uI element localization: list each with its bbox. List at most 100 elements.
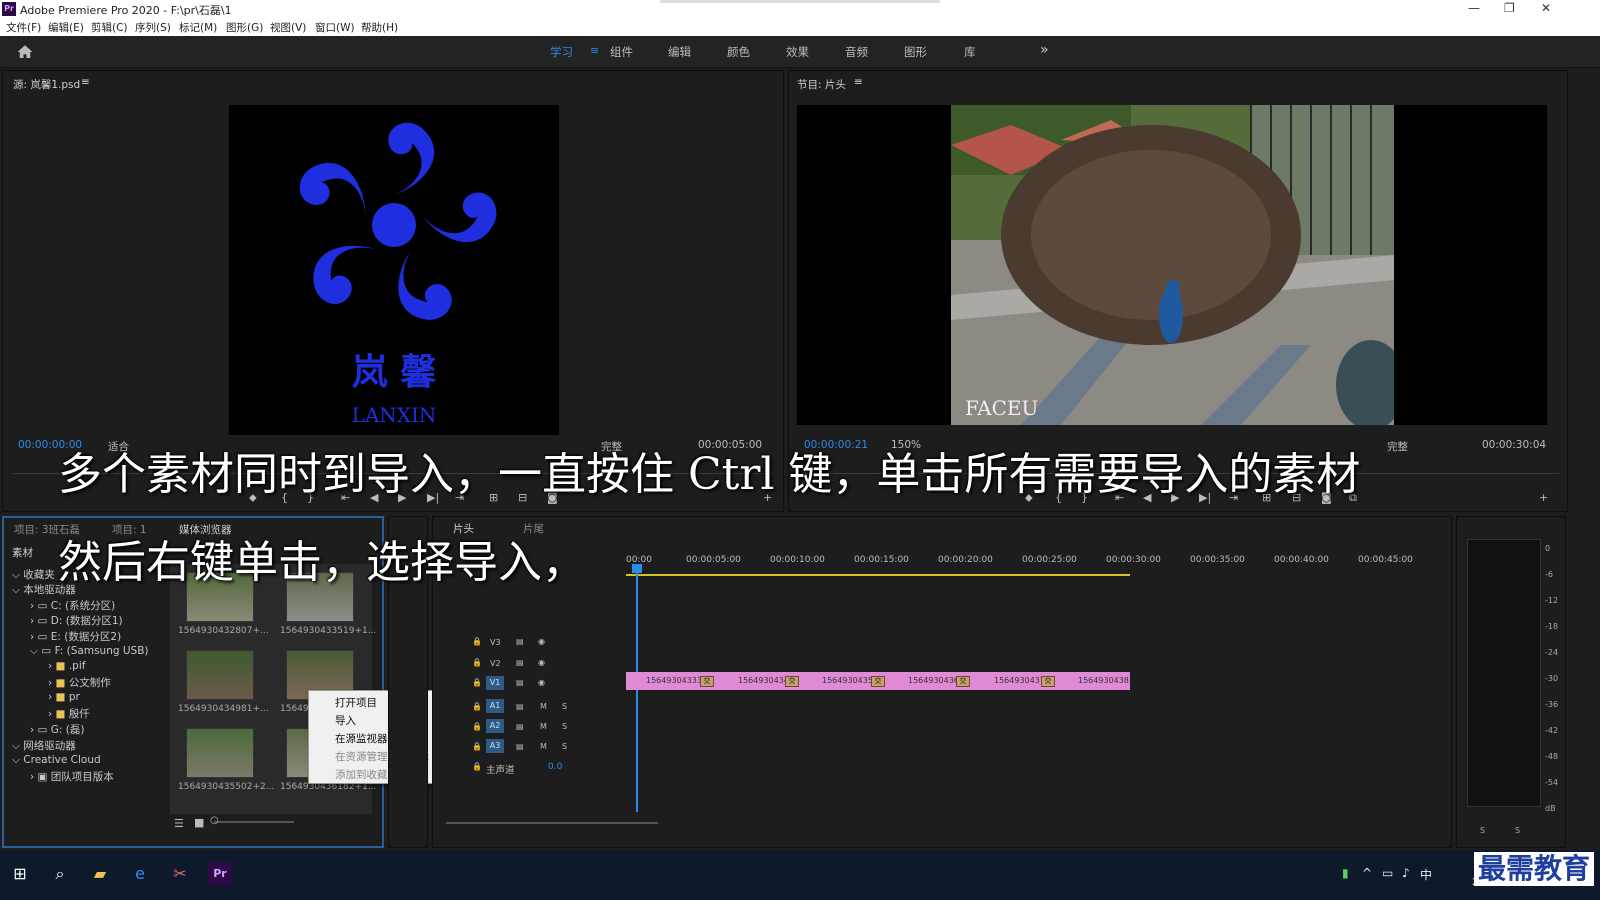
- transition-1[interactable]: 交: [700, 676, 714, 687]
- workspace-overflow-button[interactable]: »: [1040, 42, 1049, 58]
- tree-folder-pr[interactable]: › ■ pr: [48, 691, 80, 703]
- track-v2-sync-icon[interactable]: ▤: [516, 658, 524, 667]
- track-v1-eye-icon[interactable]: ◉: [538, 678, 545, 687]
- tree-folder-yinqian[interactable]: › ■ 殷仟: [48, 706, 90, 721]
- track-a1-mute[interactable]: M: [540, 702, 547, 711]
- menu-edit[interactable]: 编辑(E): [48, 20, 84, 35]
- premiere-taskbar-icon[interactable]: Pr: [208, 862, 232, 886]
- minimize-button[interactable]: —: [1468, 1, 1480, 15]
- close-button[interactable]: ✕: [1541, 1, 1551, 15]
- menu-help[interactable]: 帮助(H): [361, 20, 398, 35]
- tree-drive-g[interactable]: › ▭ G: (磊): [30, 722, 85, 737]
- menu-sequence[interactable]: 序列(S): [135, 20, 171, 35]
- track-a2-solo[interactable]: S: [562, 722, 567, 731]
- menu-file[interactable]: 文件(F): [6, 20, 41, 35]
- track-lock-icon[interactable]: 🔒: [472, 678, 482, 687]
- track-lock-icon[interactable]: 🔒: [472, 762, 482, 771]
- clip-4[interactable]: 1564930436: [908, 676, 959, 685]
- tree-favorites[interactable]: ⌵ 收藏夹: [12, 567, 55, 582]
- track-lock-icon[interactable]: 🔒: [472, 658, 482, 667]
- workspace-tab-learn[interactable]: 学习: [550, 44, 573, 60]
- workspace-tab-color[interactable]: 颜色: [727, 44, 750, 60]
- ctx-import[interactable]: 导入: [335, 713, 356, 728]
- tree-creative-cloud[interactable]: ⌵ Creative Cloud: [12, 754, 101, 767]
- file-explorer-icon[interactable]: ▰: [88, 862, 112, 886]
- clip-3[interactable]: 1564930435: [822, 676, 873, 685]
- thumbnail-size-slider[interactable]: [214, 821, 294, 823]
- tree-drive-d[interactable]: › ▭ D: (数据分区1): [30, 613, 123, 628]
- program-add-button-icon[interactable]: +: [1539, 491, 1548, 504]
- track-a3-mute[interactable]: M: [540, 742, 547, 751]
- transition-3[interactable]: 交: [871, 676, 885, 687]
- windows-start-icon[interactable]: ⊞: [8, 862, 32, 886]
- thumbnail-5[interactable]: [186, 728, 254, 778]
- track-lock-icon[interactable]: 🔒: [472, 722, 482, 731]
- menu-window[interactable]: 窗口(W): [315, 20, 355, 35]
- track-a2-mute[interactable]: M: [540, 722, 547, 731]
- tray-chevron-icon[interactable]: ^: [1362, 866, 1372, 880]
- tree-drive-e[interactable]: › ▭ E: (数据分区2): [30, 629, 121, 644]
- transition-2[interactable]: 交: [785, 676, 799, 687]
- source-panel-menu-icon[interactable]: ≡: [81, 76, 90, 88]
- master-volume[interactable]: 0.0: [548, 762, 562, 772]
- track-v1-label[interactable]: V1: [486, 676, 504, 690]
- snipping-tool-icon[interactable]: ✂: [168, 862, 192, 886]
- track-a1-solo[interactable]: S: [562, 702, 567, 711]
- track-a1-sync-icon[interactable]: ▤: [516, 702, 524, 711]
- meter-solo-right[interactable]: S: [1515, 826, 1520, 835]
- clip-6[interactable]: 1564930438: [1078, 676, 1129, 685]
- playhead-handle-icon[interactable]: [632, 564, 642, 573]
- workspace-tab-assembly[interactable]: 组件: [610, 44, 633, 60]
- ime-indicator[interactable]: 中: [1420, 866, 1432, 883]
- track-a3-solo[interactable]: S: [562, 742, 567, 751]
- track-v2-eye-icon[interactable]: ◉: [538, 658, 545, 667]
- edge-browser-icon[interactable]: e: [128, 862, 152, 886]
- source-panel-title[interactable]: 源: 岚馨1.psd: [13, 77, 80, 92]
- workspace-menu-icon[interactable]: ≡: [590, 44, 599, 57]
- battery-icon[interactable]: ▮: [1342, 866, 1349, 880]
- track-lock-icon[interactable]: 🔒: [472, 702, 482, 711]
- program-panel-menu-icon[interactable]: ≡: [854, 76, 863, 88]
- program-panel-title[interactable]: 节目: 片头: [797, 77, 846, 92]
- track-a3-sync-icon[interactable]: ▤: [516, 742, 524, 751]
- home-icon[interactable]: [16, 43, 34, 61]
- track-a2-label[interactable]: A2: [486, 719, 504, 733]
- menu-graphics[interactable]: 图形(G): [226, 20, 263, 35]
- menu-view[interactable]: 视图(V): [270, 20, 306, 35]
- tree-drive-f[interactable]: ⌵ ▭ F: (Samsung USB): [30, 645, 149, 658]
- track-a3-label[interactable]: A3: [486, 739, 504, 753]
- track-a2-sync-icon[interactable]: ▤: [516, 722, 524, 731]
- menu-clip[interactable]: 剪辑(C): [91, 20, 128, 35]
- network-icon[interactable]: ▭: [1382, 866, 1393, 880]
- tree-network-drives[interactable]: ⌵ 网络驱动器: [12, 738, 76, 753]
- clip-5[interactable]: 1564930437: [994, 676, 1045, 685]
- transition-4[interactable]: 交: [956, 676, 970, 687]
- list-view-icon[interactable]: ☰: [174, 817, 184, 830]
- volume-icon[interactable]: ♪: [1402, 866, 1410, 880]
- tree-folder-pif[interactable]: › ■ .pif: [48, 660, 85, 672]
- ctx-open-project[interactable]: 打开项目: [335, 695, 377, 710]
- transition-5[interactable]: 交: [1041, 676, 1055, 687]
- timeline-horizontal-scrollbar[interactable]: [446, 822, 658, 824]
- meter-solo-left[interactable]: S: [1480, 826, 1485, 835]
- restore-button[interactable]: ❐: [1504, 1, 1515, 15]
- workspace-tab-audio[interactable]: 音频: [845, 44, 868, 60]
- track-v1-sync-icon[interactable]: ▤: [516, 678, 524, 687]
- icon-view-icon[interactable]: ■: [194, 816, 204, 829]
- workspace-tab-effects[interactable]: 效果: [786, 44, 809, 60]
- track-lock-icon[interactable]: 🔒: [472, 637, 482, 646]
- track-v3-eye-icon[interactable]: ◉: [538, 637, 545, 646]
- workspace-tab-libraries[interactable]: 库: [964, 44, 976, 60]
- track-a1-label[interactable]: A1: [486, 699, 504, 713]
- search-icon[interactable]: ⌕: [48, 862, 72, 886]
- tree-drive-c[interactable]: › ▭ C: (系统分区): [30, 598, 115, 613]
- clip-2[interactable]: 1564930434: [738, 676, 789, 685]
- tree-folder-gongwen[interactable]: › ■ 公文制作: [48, 675, 111, 690]
- menu-marker[interactable]: 标记(M): [179, 20, 217, 35]
- slider-knob-icon[interactable]: ○: [210, 815, 219, 826]
- track-v3-sync-icon[interactable]: ▤: [516, 637, 524, 646]
- tree-team-projects[interactable]: › ▣ 团队项目版本: [30, 769, 114, 784]
- workspace-tab-graphics[interactable]: 图形: [904, 44, 927, 60]
- thumbnail-3[interactable]: [186, 650, 254, 700]
- track-lock-icon[interactable]: 🔒: [472, 742, 482, 751]
